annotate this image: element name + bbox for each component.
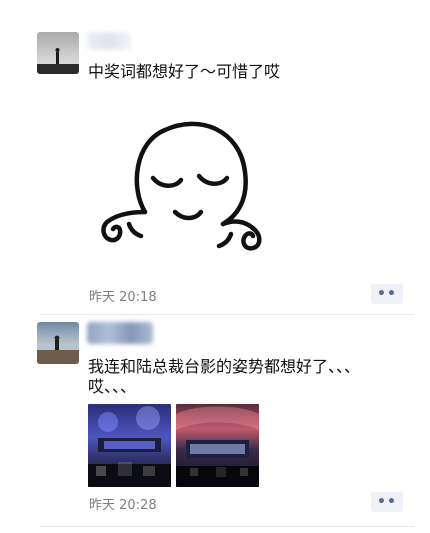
avatar-landscape-icon	[37, 335, 79, 364]
nickname-blurred[interactable]	[87, 322, 153, 344]
photo-thumbnail[interactable]	[176, 404, 259, 487]
concert-stage-photo-icon	[88, 406, 171, 487]
post-text: 中奖词都想好了～可惜了哎	[88, 62, 281, 81]
post-text: 我连和陆总裁台影的姿势都想好了、、、 哎、、、	[88, 357, 360, 397]
post-timestamp: 昨天 20:18	[89, 290, 157, 305]
avatar[interactable]	[37, 322, 79, 364]
sticker-image[interactable]	[95, 102, 275, 262]
nickname-blurred[interactable]	[87, 32, 131, 50]
concert-stage-photo-icon	[176, 406, 259, 487]
post-text-line: 哎、、、	[88, 377, 137, 396]
avatar[interactable]	[37, 32, 79, 74]
photo-thumbnail[interactable]	[88, 404, 171, 487]
divider	[40, 526, 414, 527]
moment-post: 我连和陆总裁台影的姿势都想好了、、、 哎、、、 昨天 20:28 ••	[0, 322, 430, 522]
smiling-face-sticker-icon	[101, 121, 262, 251]
divider	[40, 314, 414, 315]
more-dots-icon[interactable]: ••	[371, 284, 403, 304]
post-timestamp: 昨天 20:28	[89, 498, 157, 513]
moment-post: 中奖词都想好了～可惜了哎 昨天 20:18 ••	[0, 32, 430, 312]
avatar-silhouette-icon	[37, 48, 79, 74]
more-dots-icon[interactable]: ••	[371, 492, 403, 512]
post-text-line: 我连和陆总裁台影的姿势都想好了、、、	[88, 357, 361, 376]
